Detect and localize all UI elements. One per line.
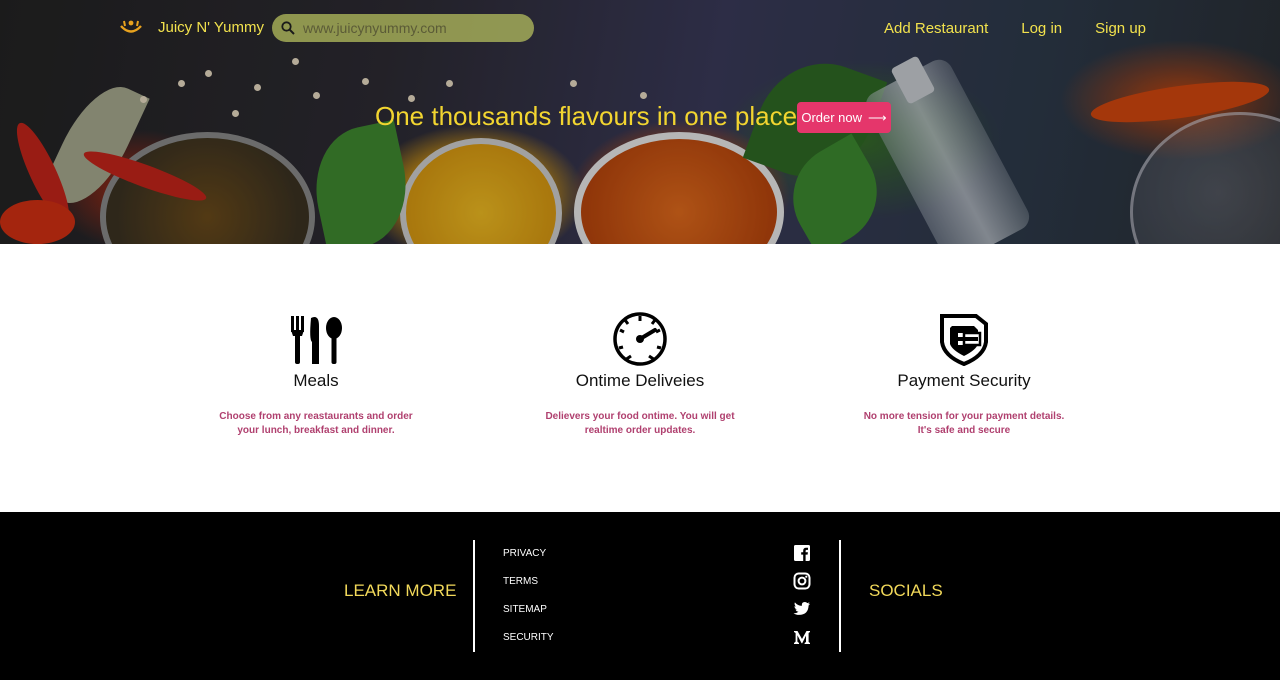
social-icons [793, 544, 811, 656]
footer-links: PRIVACY TERMS SITEMAP SECURITY [503, 548, 554, 660]
login-link[interactable]: Log in [1021, 20, 1062, 37]
instagram-icon[interactable] [793, 572, 811, 590]
feature-meals: Meals Choose from any reastaurants and o… [191, 310, 441, 438]
feature-title: Payment Security [897, 371, 1031, 390]
facebook-icon[interactable] [793, 544, 811, 562]
order-now-button[interactable]: Order now ⟶ [797, 102, 891, 133]
security-link[interactable]: SECURITY [503, 632, 554, 660]
brand-name: Juicy N' Yummy [158, 18, 264, 36]
brand-logo-icon [120, 20, 142, 33]
feature-description: Choose from any reastaurants and order y… [219, 411, 413, 436]
twitter-icon[interactable] [793, 600, 811, 618]
learn-more-heading: LEARN MORE [344, 581, 457, 600]
feature-description: Delievers your food ontime. You will get… [545, 411, 735, 436]
top-nav: Add Restaurant Log in Sign up [884, 20, 1146, 37]
footer-divider [473, 540, 475, 652]
brand[interactable]: Juicy N' Yummy [118, 17, 264, 37]
medium-icon[interactable] [793, 628, 811, 646]
footer-divider [839, 540, 841, 652]
signup-link[interactable]: Sign up [1095, 20, 1146, 37]
cutlery-icon [191, 310, 441, 366]
socials-heading: SOCIALS [869, 581, 943, 600]
privacy-link[interactable]: PRIVACY [503, 548, 554, 576]
feature-payment-security: Payment Security No more tension for you… [839, 310, 1089, 438]
speedometer-icon [515, 310, 765, 366]
feature-title: Ontime Deliveies [575, 371, 705, 390]
search-bar[interactable] [272, 14, 534, 42]
order-now-label: Order now [801, 110, 863, 125]
terms-link[interactable]: TERMS [503, 576, 554, 604]
feature-title: Meals [293, 371, 339, 390]
feature-ontime-delivery: Ontime Deliveies Delievers your food ont… [515, 310, 765, 438]
footer: LEARN MORE PRIVACY TERMS SITEMAP SECURIT… [0, 512, 1280, 680]
search-icon [281, 21, 295, 35]
arrow-right-icon: ⟶ [868, 109, 887, 125]
sitemap-link[interactable]: SITEMAP [503, 604, 554, 632]
hero-tagline: One thousands flavours in one place [375, 101, 798, 131]
add-restaurant-link[interactable]: Add Restaurant [884, 20, 988, 37]
shield-icon [839, 310, 1089, 366]
feature-description: No more tension for your payment details… [863, 411, 1065, 436]
search-input[interactable] [303, 20, 523, 36]
